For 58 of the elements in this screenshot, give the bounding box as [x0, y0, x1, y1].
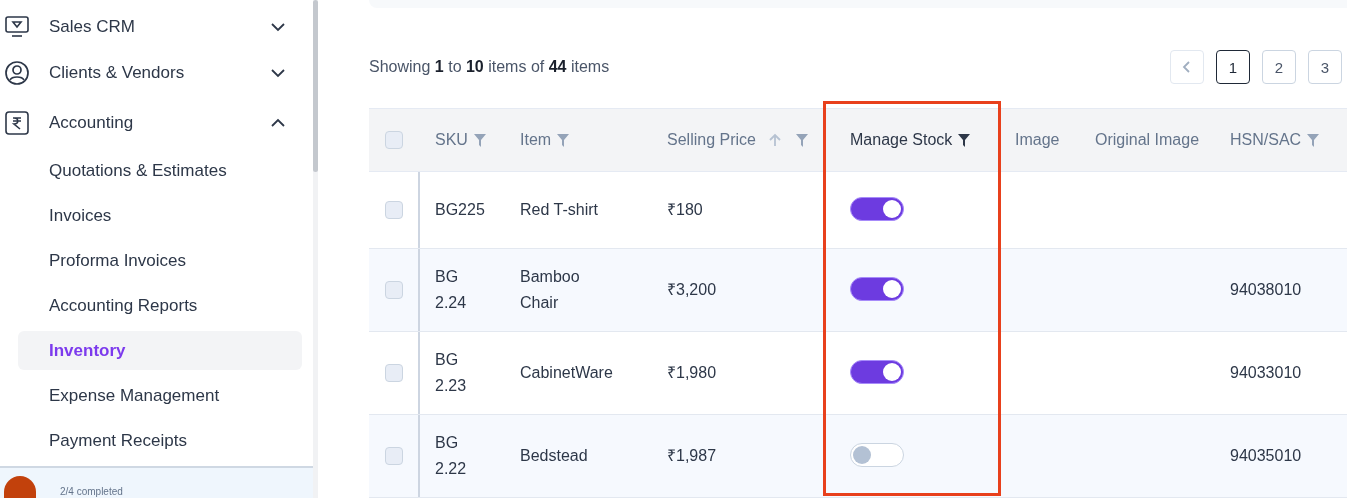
hsn-code: 94033010	[1230, 364, 1302, 381]
submenu-item[interactable]: Invoices	[18, 196, 302, 235]
stock-toggle[interactable]	[850, 276, 904, 301]
item-name: Bamboo Chair	[520, 267, 581, 313]
sku-text: BG 2.22	[435, 433, 468, 479]
column-header[interactable]: HSN/SAC	[1230, 131, 1302, 149]
item-name: Bedstead	[520, 446, 589, 466]
submenu-item[interactable]: Proforma Invoices	[18, 241, 302, 280]
select-all-checkbox[interactable]	[385, 131, 403, 149]
submenu-item[interactable]: Payment Receipts	[18, 421, 302, 460]
hsn-code: 94035010	[1230, 447, 1302, 464]
user-icon	[4, 60, 30, 86]
submenu-item[interactable]: Accounting Reports	[18, 286, 302, 325]
menu-label: Clients & Vendors	[49, 63, 186, 83]
column-header[interactable]: SKU	[435, 131, 468, 149]
avatar	[4, 476, 36, 498]
menu-label: Accounting	[49, 113, 135, 133]
page-button[interactable]: 3	[1308, 50, 1342, 84]
submenu-item[interactable]: Inventory	[18, 331, 302, 370]
column-header[interactable]: Item	[520, 131, 552, 149]
submenu-item[interactable]: Quotations & Estimates	[18, 151, 302, 190]
row-checkbox[interactable]	[385, 281, 403, 299]
hsn-code: 94038010	[1230, 281, 1302, 298]
stock-toggle[interactable]	[850, 442, 904, 467]
price-text: ₹1,987	[667, 447, 717, 464]
rupee-icon	[4, 110, 30, 136]
filter-icon[interactable]	[958, 133, 971, 147]
price-text: ₹1,980	[667, 364, 717, 381]
sidebar-item[interactable]: Accounting	[0, 98, 313, 148]
sku-text: BG225	[435, 200, 485, 220]
submenu-item[interactable]: Expense Management	[18, 376, 302, 415]
column-header[interactable]: Original Image	[1095, 131, 1200, 149]
sku-text: BG 2.23	[435, 350, 468, 396]
previous-page-button[interactable]	[1170, 50, 1204, 84]
page-button[interactable]: 2	[1262, 50, 1296, 84]
monitor-icon	[4, 14, 30, 40]
column-header[interactable]: Manage Stock	[850, 131, 953, 149]
row-checkbox[interactable]	[385, 201, 403, 219]
item-name: CabinetWare	[520, 363, 614, 383]
menu-label: Sales CRM	[49, 17, 136, 37]
sku-text: BG 2.24	[435, 267, 468, 313]
column-header[interactable]: Selling Price	[667, 131, 756, 149]
items-summary: Showing 1 to 10 items of 44 items	[369, 58, 610, 76]
progress-text: 2/4 completed	[60, 486, 123, 498]
sidebar-item[interactable]: Clients & Vendors	[0, 48, 313, 98]
scrollbar[interactable]	[313, 0, 318, 172]
price-text: ₹180	[667, 201, 703, 218]
price-text: ₹3,200	[667, 281, 717, 298]
column-header[interactable]: Image	[1015, 131, 1060, 149]
stock-toggle[interactable]	[850, 196, 904, 221]
stock-toggle[interactable]	[850, 359, 904, 384]
sidebar-item[interactable]: Sales CRM	[0, 6, 313, 48]
row-checkbox[interactable]	[385, 447, 403, 465]
row-checkbox[interactable]	[385, 364, 403, 382]
page-button[interactable]: 1	[1216, 50, 1250, 84]
chevron-left-icon	[1182, 60, 1192, 74]
item-name: Red T-shirt	[520, 200, 599, 220]
sort-arrow-icon[interactable]	[767, 133, 782, 147]
